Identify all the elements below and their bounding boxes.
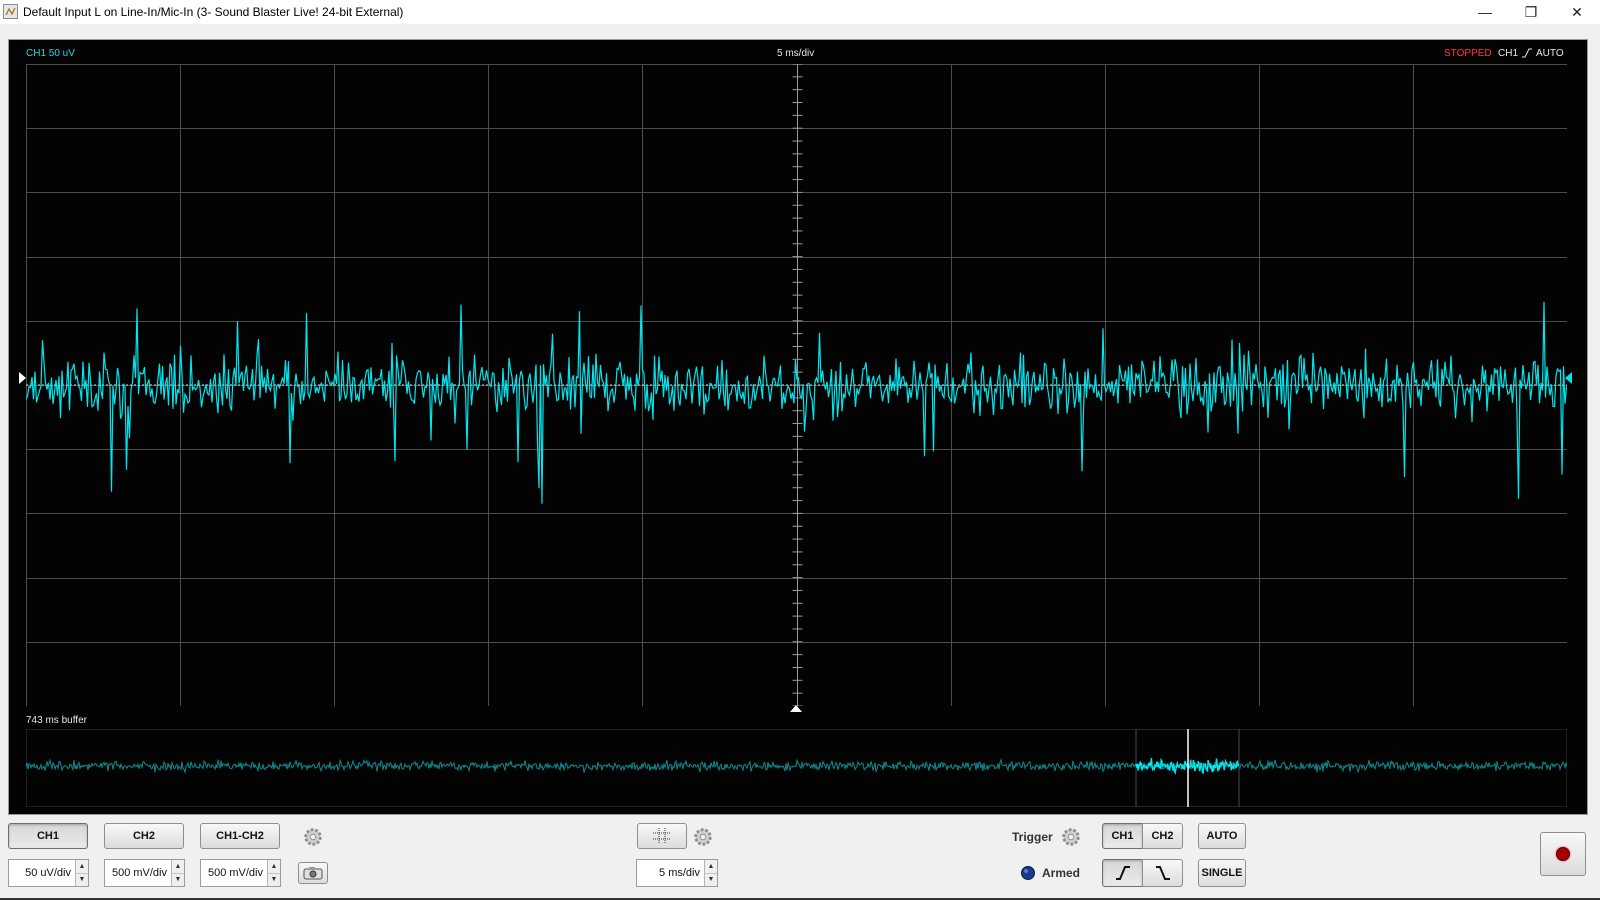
trigger-position-marker[interactable]: [790, 705, 802, 713]
buffer-trace: [26, 758, 1567, 775]
grid-toggle-button[interactable]: [637, 823, 687, 849]
timebase-readout: 5 ms/div: [777, 48, 815, 59]
ch1-scale-readout: CH1 50 uV: [26, 48, 75, 59]
timebase-spinner[interactable]: 5 ms/div ▲ ▼: [636, 859, 718, 887]
buffer-overview[interactable]: [26, 729, 1567, 807]
trigger-label: Trigger: [1012, 830, 1053, 844]
diff-scale-spinner[interactable]: 500 mV/div ▲ ▼: [200, 859, 281, 887]
ch2-scale-value: 500 mV/div: [111, 867, 167, 879]
trigger-single-button[interactable]: SINGLE: [1198, 859, 1246, 887]
app-icon: [3, 4, 18, 19]
buffer-label: 743 ms buffer: [26, 715, 87, 726]
spinner-down-arrow[interactable]: ▼: [705, 872, 717, 886]
ch2-button[interactable]: CH2: [104, 823, 184, 849]
rising-edge-icon: [1115, 866, 1130, 880]
spinner-up-arrow[interactable]: ▲: [172, 860, 184, 873]
armed-label: Armed: [1042, 866, 1081, 880]
ch1-ch2-button[interactable]: CH1-CH2: [200, 823, 280, 849]
trigger-ch1-button[interactable]: CH1: [1102, 823, 1143, 849]
gear-icon[interactable]: [692, 826, 714, 848]
trigger-level-marker[interactable]: [1565, 372, 1573, 384]
camera-icon: [303, 867, 323, 880]
scope-screen[interactable]: [26, 64, 1567, 706]
minimize-button[interactable]: —: [1462, 0, 1508, 24]
spinner-down-arrow[interactable]: ▼: [76, 872, 88, 886]
window-title: Default Input L on Line-In/Mic-In (3- So…: [23, 5, 404, 19]
trigger-channel-readout: CH1: [1498, 48, 1519, 59]
trigger-auto-button[interactable]: AUTO: [1198, 823, 1246, 849]
ch1-trace: [26, 301, 1567, 504]
trigger-rising-edge-button[interactable]: [1102, 859, 1143, 887]
spinner-up-arrow[interactable]: ▲: [705, 860, 717, 873]
ch2-scale-spinner[interactable]: 500 mV/div ▲ ▼: [104, 859, 185, 887]
timebase-value: 5 ms/div: [659, 867, 700, 879]
ch1-button[interactable]: CH1: [8, 823, 88, 849]
trigger-falling-edge-button[interactable]: [1142, 859, 1183, 887]
restore-button[interactable]: ❐: [1508, 0, 1554, 24]
record-button[interactable]: [1540, 832, 1586, 876]
falling-edge-icon: [1155, 866, 1170, 880]
ch1-offset-marker[interactable]: [19, 372, 27, 384]
diff-scale-value: 500 mV/div: [207, 867, 263, 879]
spinner-up-arrow[interactable]: ▲: [76, 860, 88, 873]
trigger-ch2-button[interactable]: CH2: [1142, 823, 1183, 849]
run-status: STOPPED: [1444, 48, 1492, 59]
record-icon: [1556, 847, 1570, 861]
spinner-down-arrow[interactable]: ▼: [268, 872, 280, 886]
grid-icon: [653, 828, 671, 844]
ch1-scale-value: 50 uV/div: [25, 867, 71, 879]
spinner-up-arrow[interactable]: ▲: [268, 860, 280, 873]
rising-edge-icon: [1522, 48, 1532, 58]
screenshot-button[interactable]: [298, 862, 328, 884]
close-button[interactable]: ✕: [1554, 0, 1600, 24]
ch1-scale-spinner[interactable]: 50 uV/div ▲ ▼: [8, 859, 89, 887]
spinner-down-arrow[interactable]: ▼: [172, 872, 184, 886]
gear-icon[interactable]: [1060, 826, 1082, 848]
gear-icon[interactable]: [302, 826, 324, 848]
trigger-mode-readout: AUTO: [1536, 48, 1564, 59]
armed-indicator-icon: [1021, 866, 1035, 880]
